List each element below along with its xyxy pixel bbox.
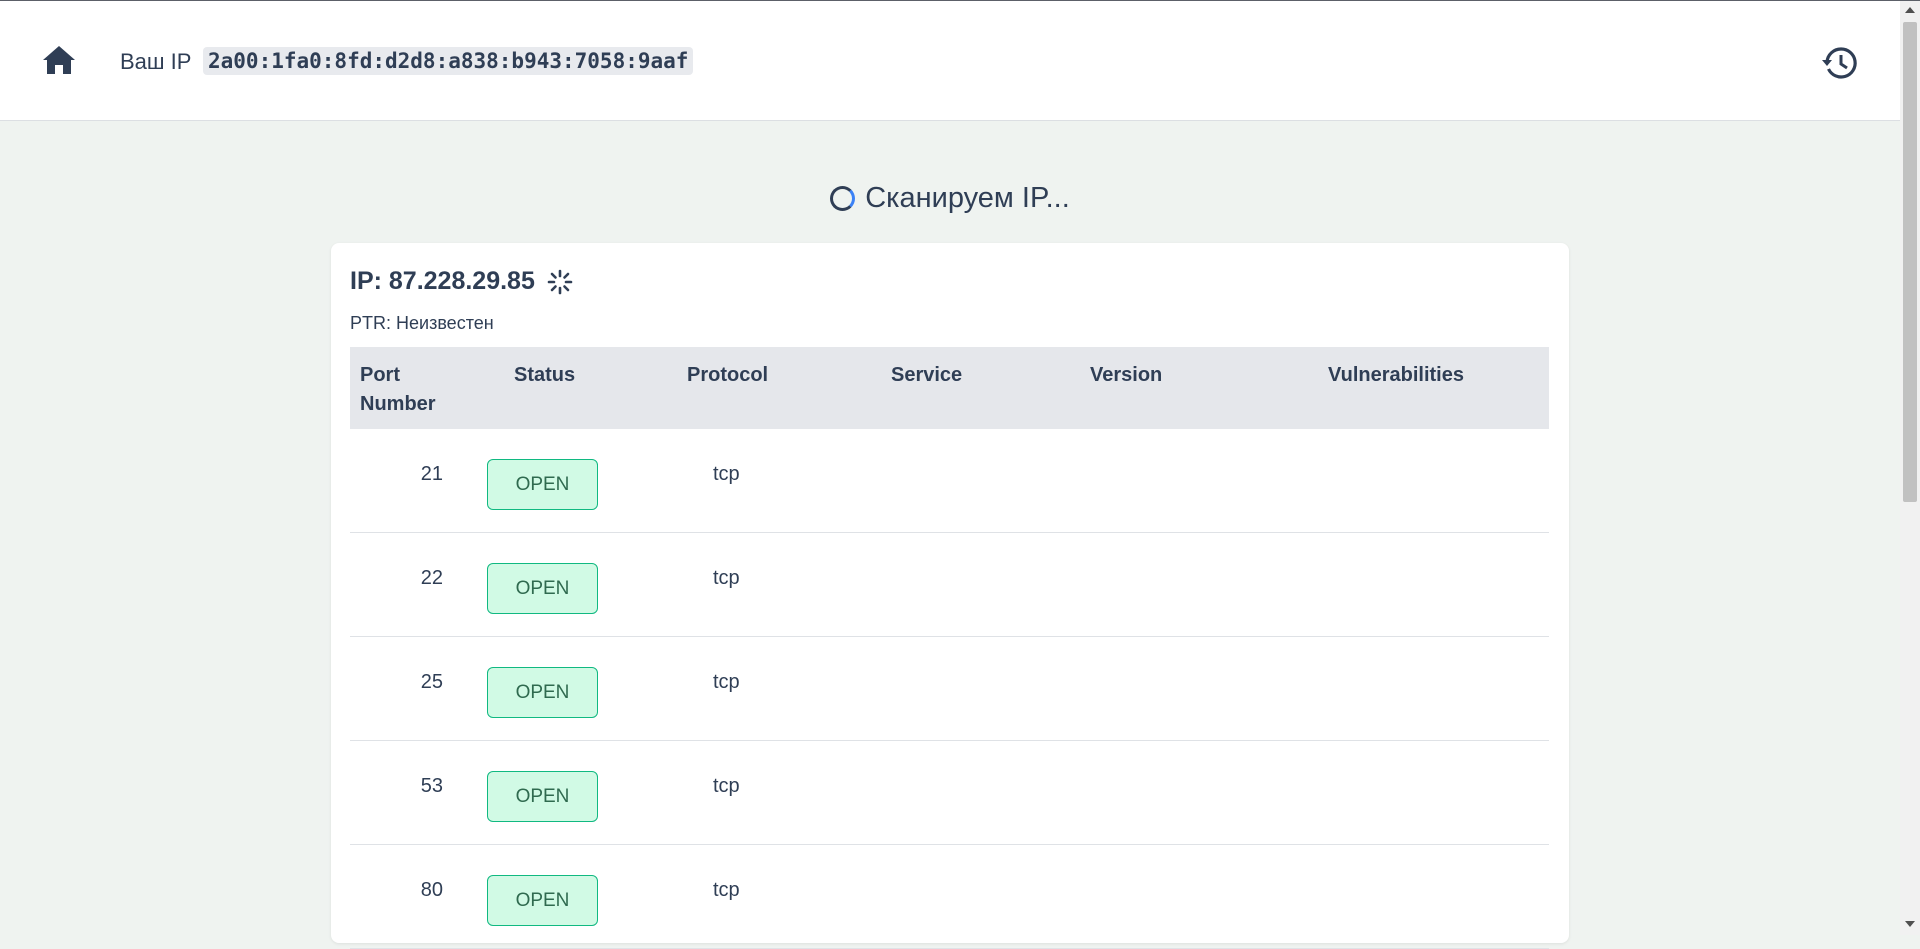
status-badge: OPEN bbox=[487, 771, 598, 822]
scrollbar-thumb[interactable] bbox=[1903, 22, 1917, 502]
home-icon bbox=[43, 46, 75, 74]
loading-spinner-icon bbox=[830, 186, 856, 211]
port-number: 80 bbox=[420, 879, 443, 901]
column-header-protocol: Protocol bbox=[687, 364, 769, 386]
home-button[interactable] bbox=[39, 40, 79, 80]
protocol-cell: tcp bbox=[713, 463, 740, 485]
your-ip-value: 2a00:1fa0:8fd:d2d8:a838:b943:7058:9aaf bbox=[203, 47, 694, 75]
protocol-cell: tcp bbox=[713, 671, 740, 693]
table-row: 53 OPEN tcp bbox=[350, 741, 1549, 845]
column-header-version: Version bbox=[1090, 364, 1163, 386]
your-ip-label: Ваш IP bbox=[120, 49, 192, 74]
column-header-service: Service bbox=[891, 364, 963, 386]
top-header: Ваш IP 2a00:1fa0:8fd:d2d8:a838:b943:7058… bbox=[0, 1, 1900, 121]
table-row: 22 OPEN tcp bbox=[350, 533, 1549, 637]
scan-result-card: IP: 87.228.29.85 PTR: Неизвестен Port Nu… bbox=[331, 243, 1569, 949]
scroll-down-arrow-icon[interactable] bbox=[1905, 921, 1915, 927]
protocol-cell: tcp bbox=[713, 775, 740, 797]
ptr-record: PTR: Неизвестен bbox=[350, 313, 494, 333]
port-number: 53 bbox=[420, 775, 443, 797]
page-scrollbar[interactable] bbox=[1900, 1, 1920, 935]
column-header-status: Status bbox=[514, 364, 576, 386]
history-button[interactable] bbox=[1820, 43, 1860, 83]
column-header-port: Port Number bbox=[360, 364, 436, 415]
table-row: 21 OPEN tcp bbox=[350, 429, 1549, 533]
history-icon bbox=[1822, 47, 1857, 79]
protocol-cell: tcp bbox=[713, 879, 740, 901]
port-number: 22 bbox=[420, 567, 443, 589]
status-badge: OPEN bbox=[487, 667, 598, 718]
protocol-cell: tcp bbox=[713, 567, 740, 589]
column-header-vulnerabilities: Vulnerabilities bbox=[1328, 364, 1464, 386]
scan-status-text: Сканируем IP... bbox=[865, 182, 1070, 214]
status-badge: OPEN bbox=[487, 875, 598, 926]
ports-table: Port Number Status Protocol Service Vers… bbox=[350, 347, 1549, 949]
status-badge: OPEN bbox=[487, 459, 598, 510]
loading-dots-icon bbox=[547, 269, 573, 294]
table-row: 80 OPEN tcp bbox=[350, 845, 1549, 949]
card-ip-text: IP: 87.228.29.85 bbox=[350, 267, 535, 295]
status-badge: OPEN bbox=[487, 563, 598, 614]
table-row: 25 OPEN tcp bbox=[350, 637, 1549, 741]
scan-status: Сканируем IP... bbox=[0, 182, 1900, 215]
table-header: Port Number Status Protocol Service Vers… bbox=[350, 347, 1549, 429]
port-number: 21 bbox=[420, 463, 443, 485]
scroll-up-arrow-icon[interactable] bbox=[1905, 7, 1915, 13]
port-number: 25 bbox=[420, 671, 443, 693]
card-ip-title: IP: 87.228.29.85 bbox=[350, 267, 573, 296]
